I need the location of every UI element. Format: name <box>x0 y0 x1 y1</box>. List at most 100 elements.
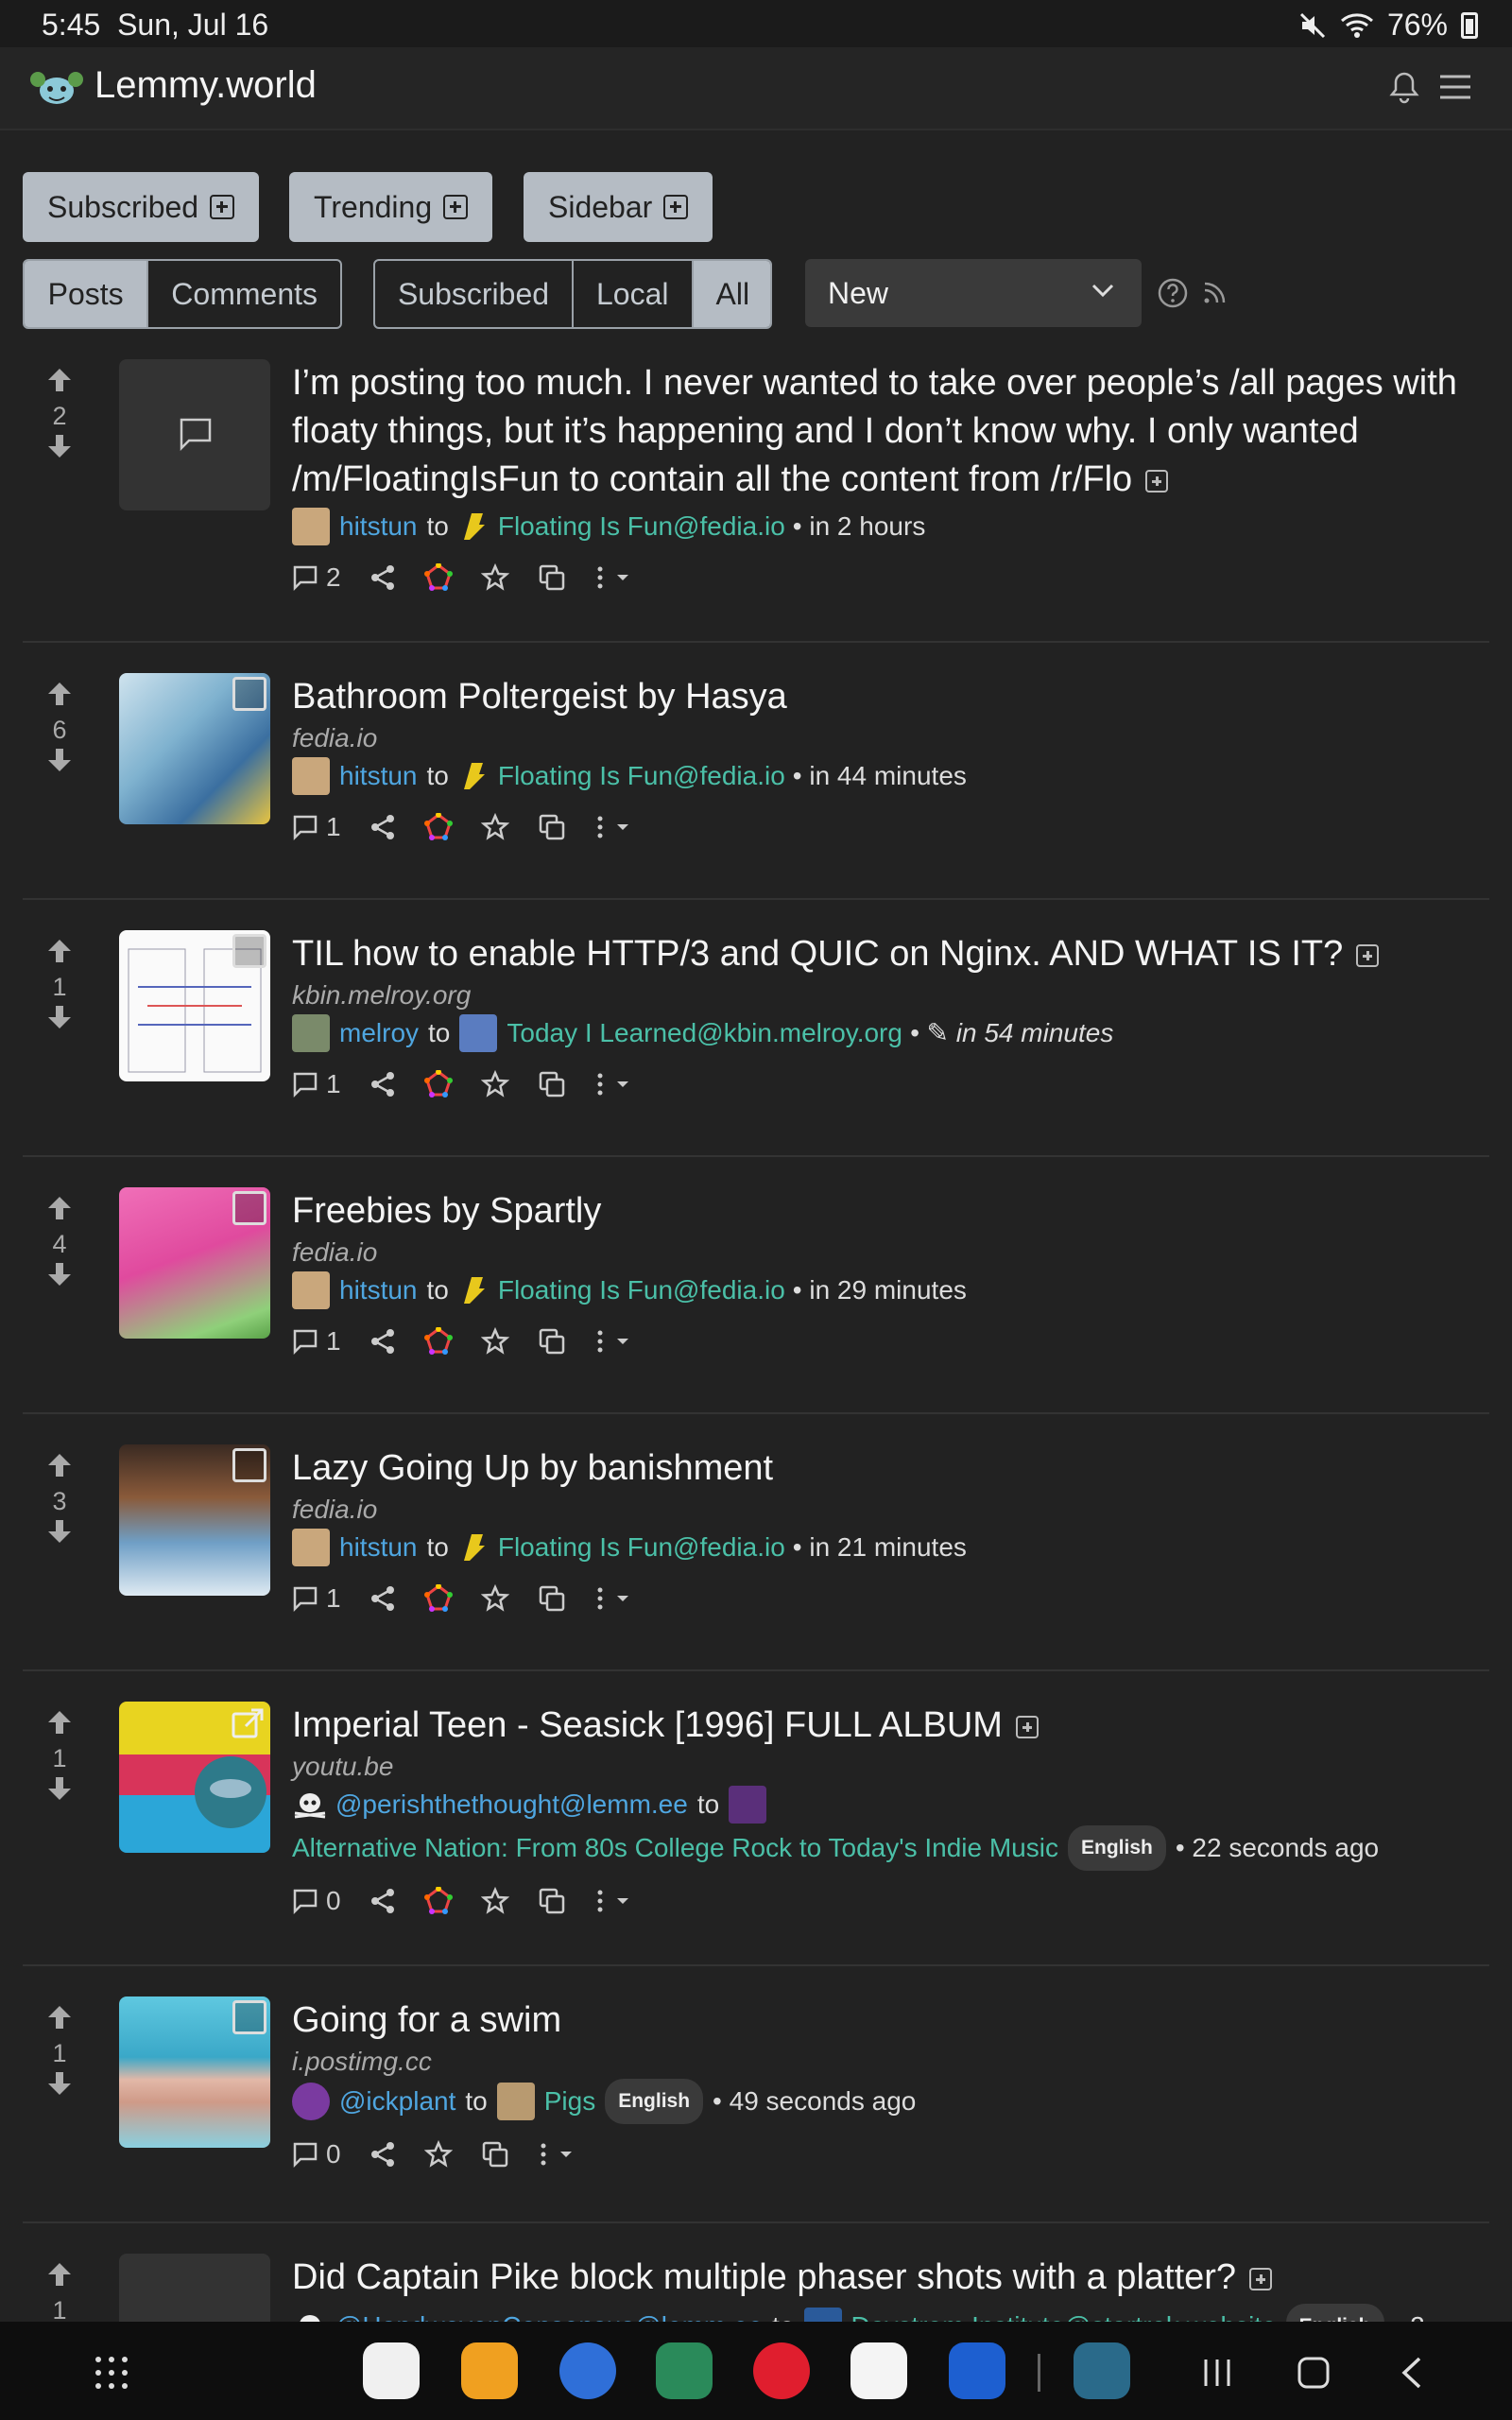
avatar[interactable] <box>292 1014 330 1052</box>
downvote-icon[interactable] <box>45 1004 74 1030</box>
community-icon[interactable] <box>729 1786 767 1824</box>
post-community[interactable]: Daystrom Institute@startrek.website <box>851 2306 1277 2322</box>
files-app-icon[interactable] <box>461 2342 518 2399</box>
downvote-icon[interactable] <box>45 1261 74 1288</box>
fediverse-icon[interactable] <box>423 1887 453 1915</box>
post-title[interactable]: Freebies by Spartly <box>292 1187 1483 1236</box>
community-icon[interactable] <box>459 1014 498 1052</box>
skull-avatar-icon[interactable] <box>292 1790 328 1819</box>
post-domain[interactable]: youtu.be <box>292 1752 1483 1782</box>
star-icon[interactable] <box>423 2140 453 2169</box>
upvote-icon[interactable] <box>45 681 74 707</box>
help-icon[interactable] <box>1157 277 1189 309</box>
post-domain[interactable]: i.postimg.cc <box>292 2047 1483 2077</box>
post-author[interactable]: @perishthethought@lemm.ee <box>335 1784 688 1825</box>
post-author[interactable]: @HandwovenConsensus@lemm.ee <box>335 2306 763 2322</box>
post-domain[interactable]: fedia.io <box>292 1237 1483 1268</box>
post-title[interactable]: I’m posting too much. I never wanted to … <box>292 359 1483 504</box>
upvote-icon[interactable] <box>45 1452 74 1478</box>
more-options-icon[interactable] <box>594 1327 638 1356</box>
rss-icon[interactable] <box>1200 279 1228 307</box>
upvote-icon[interactable] <box>45 1195 74 1221</box>
community-icon[interactable] <box>458 510 489 544</box>
subscribed-toggle-button[interactable]: Subscribed <box>23 172 260 242</box>
contacts-app-icon[interactable] <box>559 2342 616 2399</box>
post-thumbnail[interactable] <box>119 1996 270 2148</box>
post-thumbnail[interactable] <box>119 2254 270 2322</box>
downvote-icon[interactable] <box>45 747 74 773</box>
copy-icon[interactable] <box>538 813 566 841</box>
avatar[interactable] <box>292 2083 330 2120</box>
sort-select[interactable]: New <box>805 259 1142 327</box>
bell-icon[interactable] <box>1389 70 1419 104</box>
site-title[interactable]: Lemmy.world <box>94 64 317 107</box>
post-author[interactable]: hitstun <box>339 506 418 547</box>
post-domain[interactable]: fedia.io <box>292 1495 1483 1525</box>
upvote-icon[interactable] <box>45 1709 74 1736</box>
copy-icon[interactable] <box>538 1887 566 1915</box>
more-options-icon[interactable] <box>594 563 638 592</box>
post-title[interactable]: Imperial Teen - Seasick [1996] FULL ALBU… <box>292 1702 1483 1750</box>
home-button-icon[interactable] <box>1297 2356 1331 2390</box>
post-thumbnail[interactable] <box>119 359 270 510</box>
upvote-icon[interactable] <box>45 938 74 964</box>
avatar[interactable] <box>292 508 330 545</box>
copy-icon[interactable] <box>538 563 566 592</box>
downvote-icon[interactable] <box>45 1775 74 1802</box>
post-title[interactable]: Did Captain Pike block multiple phaser s… <box>292 2254 1483 2302</box>
share-icon[interactable] <box>369 2141 396 2168</box>
tab-all[interactable]: All <box>693 261 770 327</box>
share-icon[interactable] <box>369 1585 396 1612</box>
comments-button[interactable]: 1 <box>292 812 341 842</box>
post-author[interactable]: hitstun <box>339 755 418 797</box>
post-title[interactable]: Going for a swim <box>292 1996 1483 2045</box>
post-community[interactable]: Floating Is Fun@fedia.io <box>498 506 785 547</box>
relay-app-icon[interactable] <box>949 2342 1005 2399</box>
comments-button[interactable]: 0 <box>292 2139 341 2169</box>
more-options-icon[interactable] <box>594 1887 638 1915</box>
comments-button[interactable]: 0 <box>292 1886 341 1916</box>
post-community[interactable]: Floating Is Fun@fedia.io <box>498 1527 785 1568</box>
more-options-icon[interactable] <box>594 1070 638 1098</box>
tab-subscribed[interactable]: Subscribed <box>375 261 574 327</box>
comments-button[interactable]: 1 <box>292 1326 341 1357</box>
share-icon[interactable] <box>369 1071 396 1098</box>
post-thumbnail[interactable] <box>119 1702 270 1853</box>
copy-icon[interactable] <box>538 1070 566 1098</box>
upvote-icon[interactable] <box>45 2261 74 2288</box>
back-button-icon[interactable] <box>1395 2356 1429 2390</box>
comments-button[interactable]: 1 <box>292 1583 341 1614</box>
community-icon[interactable] <box>803 2308 842 2322</box>
hue-app-icon[interactable] <box>363 2342 420 2399</box>
post-community[interactable]: Today I Learned@kbin.melroy.org <box>507 1012 902 1054</box>
post-author[interactable]: @ickplant <box>339 2081 455 2122</box>
community-icon[interactable] <box>496 2083 535 2120</box>
post-title[interactable]: TIL how to enable HTTP/3 and QUIC on Ngi… <box>292 930 1483 978</box>
fediverse-icon[interactable] <box>423 1327 453 1356</box>
comments-button[interactable]: 1 <box>292 1069 341 1099</box>
gmail-app-icon[interactable] <box>850 2342 907 2399</box>
calendar-app-icon[interactable] <box>656 2342 713 2399</box>
fediverse-icon[interactable] <box>423 1584 453 1613</box>
copy-icon[interactable] <box>538 1327 566 1356</box>
downvote-icon[interactable] <box>45 1518 74 1545</box>
post-author[interactable]: hitstun <box>339 1270 418 1311</box>
trending-toggle-button[interactable]: Trending <box>289 172 493 242</box>
more-options-icon[interactable] <box>538 2140 581 2169</box>
share-icon[interactable] <box>369 814 396 840</box>
post-author[interactable]: melroy <box>339 1012 419 1054</box>
post-domain[interactable]: kbin.melroy.org <box>292 980 1483 1011</box>
post-community[interactable]: Alternative Nation: From 80s College Roc… <box>292 1827 1058 1869</box>
post-community[interactable]: Floating Is Fun@fedia.io <box>498 755 785 797</box>
community-icon[interactable] <box>458 1273 489 1307</box>
expand-icon[interactable] <box>1249 2268 1273 2290</box>
star-icon[interactable] <box>480 563 509 592</box>
share-icon[interactable] <box>369 1888 396 1914</box>
post-title[interactable]: Lazy Going Up by banishment <box>292 1444 1483 1493</box>
community-icon[interactable] <box>458 1530 489 1564</box>
share-icon[interactable] <box>369 564 396 591</box>
post-community[interactable]: Floating Is Fun@fedia.io <box>498 1270 785 1311</box>
post-author[interactable]: hitstun <box>339 1527 418 1568</box>
expand-icon[interactable] <box>1356 944 1380 967</box>
community-icon[interactable] <box>458 759 489 793</box>
